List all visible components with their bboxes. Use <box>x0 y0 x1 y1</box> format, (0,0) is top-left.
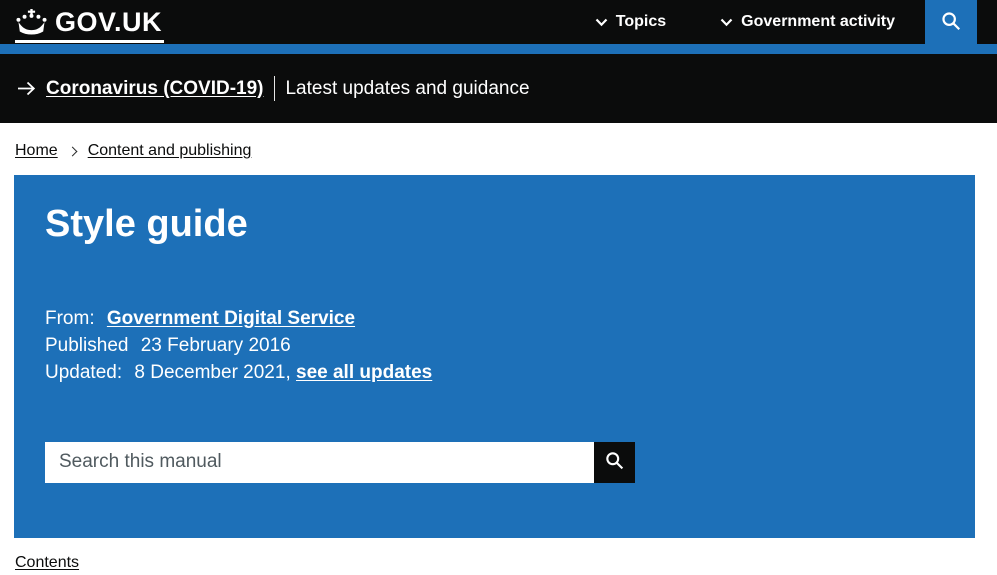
govuk-logo-text: GOV.UK <box>55 7 162 38</box>
govuk-logo-link[interactable]: GOV.UK <box>15 4 164 43</box>
search-icon <box>604 450 625 474</box>
metadata-published-row: Published 23 February 2016 <box>45 332 944 359</box>
banner-divider <box>274 76 275 101</box>
chevron-down-icon <box>595 18 608 27</box>
header-search-button[interactable] <box>925 0 977 44</box>
nav-item-label: Government activity <box>741 13 895 31</box>
crown-icon <box>15 9 48 36</box>
published-date: 23 February 2016 <box>141 335 291 356</box>
emergency-banner-description: Latest updates and guidance <box>285 78 529 100</box>
header-nav: Topics Government activity <box>595 13 895 31</box>
metadata-updated-row: Updated: 8 December 2021, see all update… <box>45 359 944 386</box>
emergency-banner-link[interactable]: Coronavirus (COVID-19) <box>46 78 263 100</box>
arrow-right-icon <box>17 81 46 96</box>
nav-item-government-activity[interactable]: Government activity <box>720 13 895 31</box>
updated-label: Updated: <box>45 362 122 383</box>
manual-search-button[interactable] <box>594 442 635 483</box>
contents-link[interactable]: Contents <box>15 554 79 572</box>
updated-date: 8 December 2021, <box>134 362 290 383</box>
manual-hero: Style guide From: Government Digital Ser… <box>14 175 975 538</box>
breadcrumb-link-home[interactable]: Home <box>15 142 58 160</box>
site-header: GOV.UK Topics Government activity <box>0 0 997 44</box>
search-icon <box>940 10 962 35</box>
nav-item-label: Topics <box>616 13 666 31</box>
brand-blue-bar <box>0 44 997 54</box>
emergency-banner: Coronavirus (COVID-19) Latest updates an… <box>0 54 997 123</box>
from-label: From: <box>45 308 95 329</box>
manual-search-form <box>45 442 944 483</box>
breadcrumb: Home Content and publishing <box>15 142 997 160</box>
page-title: Style guide <box>45 205 944 245</box>
from-organisation-link[interactable]: Government Digital Service <box>107 308 355 329</box>
nav-item-topics[interactable]: Topics <box>595 13 666 31</box>
chevron-down-icon <box>720 18 733 27</box>
manual-metadata: From: Government Digital Service Publish… <box>45 305 944 386</box>
manual-search-input[interactable] <box>45 442 594 483</box>
metadata-from-row: From: Government Digital Service <box>45 305 944 332</box>
see-all-updates-link[interactable]: see all updates <box>296 362 432 383</box>
published-label: Published <box>45 335 128 356</box>
breadcrumb-link-content-and-publishing[interactable]: Content and publishing <box>88 142 252 160</box>
chevron-right-icon <box>67 146 77 156</box>
